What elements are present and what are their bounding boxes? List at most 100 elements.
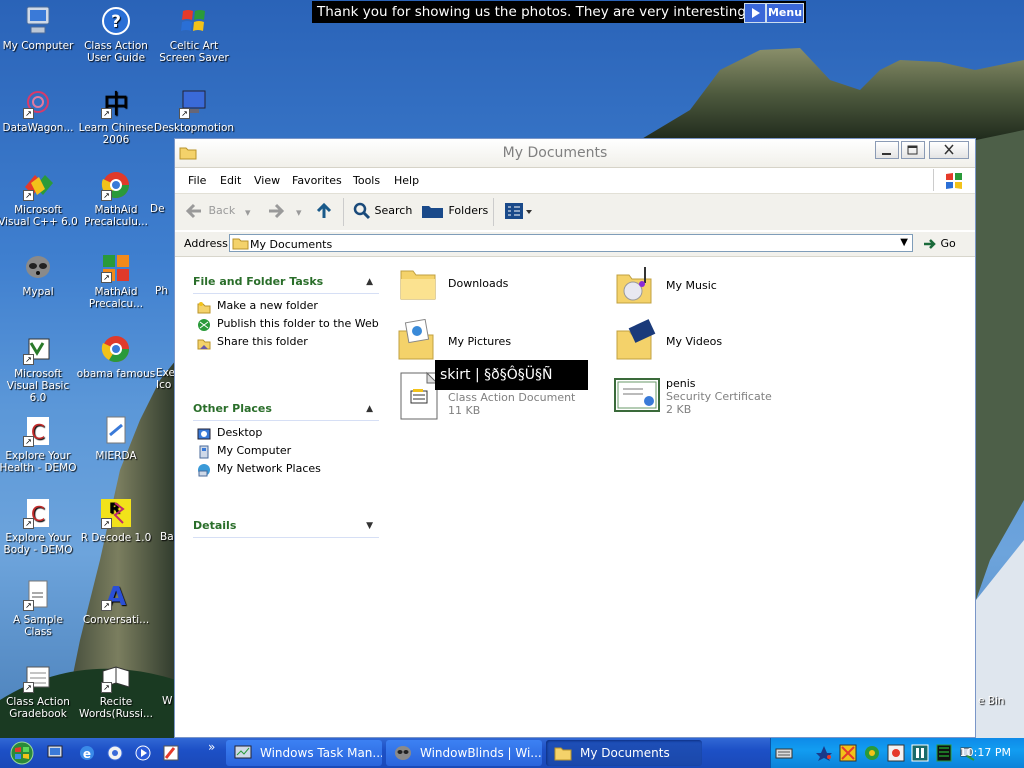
- forward-button[interactable]: [265, 202, 285, 223]
- desktop-icon-desktopmotion[interactable]: ↗ Desktopmotion: [154, 85, 234, 134]
- quicklaunch-paint-icon[interactable]: [162, 744, 180, 765]
- file-size-label: 2 KB: [666, 403, 692, 416]
- quicklaunch-media-icon[interactable]: [134, 744, 152, 765]
- desktop-icon-obama-famous[interactable]: obama famous: [76, 331, 156, 380]
- place-my-computer[interactable]: My Computer: [193, 445, 379, 459]
- tray-app-icon-2[interactable]: [863, 744, 881, 765]
- search-button[interactable]: Search: [353, 202, 412, 220]
- desktop-icon-visual-cpp[interactable]: ↗ Microsoft Visual C++ 6.0: [0, 167, 78, 228]
- start-button[interactable]: [4, 741, 40, 765]
- file-security-certificate[interactable]: penis Security Certificate 2 KB: [613, 375, 772, 418]
- folder-my-videos[interactable]: My Videos: [615, 319, 722, 363]
- address-dropdown-icon[interactable]: ▼: [900, 237, 908, 248]
- desktop-icon-visual-basic[interactable]: ↗ Microsoft Visual Basic 6.0: [0, 331, 78, 404]
- folder-my-music[interactable]: My Music: [615, 263, 717, 307]
- minimize-button[interactable]: [875, 141, 899, 159]
- folder-downloads[interactable]: Downloads: [399, 263, 508, 303]
- banner-text: Thank you for showing us the photos. The…: [317, 4, 751, 20]
- desktop-icon-explore-body[interactable]: C ↗ Explore Your Body - DEMO: [0, 495, 78, 556]
- desktop-icon-explore-health[interactable]: C ↗ Explore Your Health - DEMO: [0, 413, 78, 474]
- back-button[interactable]: Back: [185, 202, 235, 220]
- desktop-icon-mathaid-2[interactable]: ↗ MathAid Precalcu...: [76, 249, 156, 310]
- folders-button[interactable]: Folders: [421, 202, 488, 220]
- new-folder-icon: [197, 302, 211, 314]
- task-make-new-folder[interactable]: Make a new folder: [193, 300, 379, 314]
- forward-arrow-icon: [269, 203, 285, 219]
- desktop-icon-datawagon[interactable]: ↗ DataWagon...: [0, 85, 78, 134]
- desktop-icon-sample-class[interactable]: ↗ A Sample Class: [0, 577, 78, 638]
- folder-my-pictures[interactable]: My Pictures: [397, 318, 511, 363]
- network-icon: [198, 464, 210, 477]
- pictures-folder-icon: [398, 318, 434, 360]
- desktop-icon-learn-chinese[interactable]: 中 ↗ Learn Chinese 2006: [76, 85, 156, 146]
- file-type-label: Security Certificate: [666, 390, 772, 403]
- expand-icon[interactable]: ▼: [366, 521, 373, 531]
- other-places-panel: Other Places ▲ Desktop My Computer My Ne…: [193, 402, 379, 477]
- menu-tools[interactable]: Tools: [353, 174, 380, 187]
- desktop-icon-mathaid-1[interactable]: ↗ MathAid Precalculu...: [76, 167, 156, 228]
- tray-app-icon-1[interactable]: [839, 744, 857, 765]
- menu-file[interactable]: File: [188, 174, 206, 187]
- desktop-icon-class-action-guide[interactable]: ? Class Action User Guide: [76, 3, 156, 64]
- details-header[interactable]: Details ▼: [193, 519, 379, 538]
- collapse-icon[interactable]: ▲: [366, 277, 373, 287]
- quicklaunch-explorer-icon[interactable]: [106, 744, 124, 765]
- clock[interactable]: 10:17 PM: [960, 746, 1011, 759]
- language-icon[interactable]: [815, 745, 833, 764]
- collapse-icon[interactable]: ▲: [366, 404, 373, 414]
- taskbar-button-task-manager[interactable]: Windows Task Man...: [226, 740, 382, 766]
- maximize-button[interactable]: [901, 141, 925, 159]
- views-button[interactable]: [503, 202, 535, 223]
- tray-meter-icon[interactable]: [935, 744, 953, 765]
- title-bar[interactable]: My Documents: [175, 139, 975, 168]
- task-share-folder[interactable]: Share this folder: [193, 336, 379, 350]
- file-name-label: penis: [666, 377, 696, 390]
- desktop-icon-conversation[interactable]: A ↗ Conversati...: [76, 577, 156, 626]
- place-desktop[interactable]: Desktop: [193, 427, 379, 440]
- views-icon: [505, 203, 532, 219]
- certificate-icon: [614, 378, 660, 412]
- address-label: Address: [184, 237, 228, 250]
- close-button[interactable]: [929, 141, 969, 159]
- close-icon: [944, 144, 954, 155]
- desktop-icon-gradebook[interactable]: ↗ Class Action Gradebook: [0, 659, 78, 720]
- desktop-icon-mierda[interactable]: MIERDA: [76, 413, 156, 462]
- other-places-header[interactable]: Other Places ▲: [193, 402, 379, 421]
- recycle-bin-icon-partial[interactable]: e Bin: [978, 695, 1024, 707]
- menu-view[interactable]: View: [254, 174, 280, 187]
- menu-edit[interactable]: Edit: [220, 174, 241, 187]
- desktop-icon-celtic-art[interactable]: Celtic Art Screen Saver: [154, 3, 234, 64]
- address-value: My Documents: [250, 238, 333, 251]
- folders-icon: [422, 206, 443, 218]
- go-button[interactable]: Go: [923, 237, 956, 250]
- desktop-icon-r-decode[interactable]: R ↗ R Decode 1.0: [76, 495, 156, 544]
- desktop-icon-recite-words[interactable]: ↗ Recite Words(Russi...: [76, 659, 156, 720]
- menu-favorites[interactable]: Favorites: [292, 174, 342, 187]
- play-button[interactable]: [744, 3, 766, 23]
- share-folder-icon: [197, 339, 211, 350]
- videos-folder-icon: [616, 319, 656, 360]
- desktop-icon-mypal[interactable]: Mypal: [0, 249, 78, 298]
- restore-icon: [907, 145, 918, 155]
- desktop-icon-my-computer[interactable]: My Computer: [0, 3, 78, 52]
- help-icon: ?: [102, 7, 130, 35]
- file-folder-tasks-header[interactable]: File and Folder Tasks ▲: [193, 275, 379, 294]
- back-dropdown-icon[interactable]: ▾: [245, 206, 251, 219]
- banner-menu-button[interactable]: Menu: [766, 3, 804, 23]
- quicklaunch-overflow-icon[interactable]: »: [208, 740, 215, 754]
- forward-dropdown-icon[interactable]: ▾: [296, 206, 302, 219]
- tray-app-icon-3[interactable]: [887, 744, 905, 765]
- file-size-label: 11 KB: [448, 404, 481, 417]
- keyboard-icon[interactable]: [775, 745, 793, 764]
- raccoon-icon: [26, 256, 50, 278]
- quicklaunch-computer-icon[interactable]: [46, 744, 64, 765]
- address-input[interactable]: My Documents ▼: [229, 234, 913, 252]
- task-publish-folder[interactable]: Publish this folder to the Web: [193, 318, 379, 331]
- up-button[interactable]: [315, 202, 333, 223]
- place-network[interactable]: My Network Places: [193, 463, 379, 477]
- taskbar-button-my-documents[interactable]: My Documents: [546, 740, 702, 766]
- pause-icon[interactable]: [911, 744, 929, 765]
- taskbar-button-windowblinds[interactable]: WindowBlinds | Wi...: [386, 740, 542, 766]
- quicklaunch-ie-icon[interactable]: e: [78, 744, 96, 765]
- menu-help[interactable]: Help: [394, 174, 419, 187]
